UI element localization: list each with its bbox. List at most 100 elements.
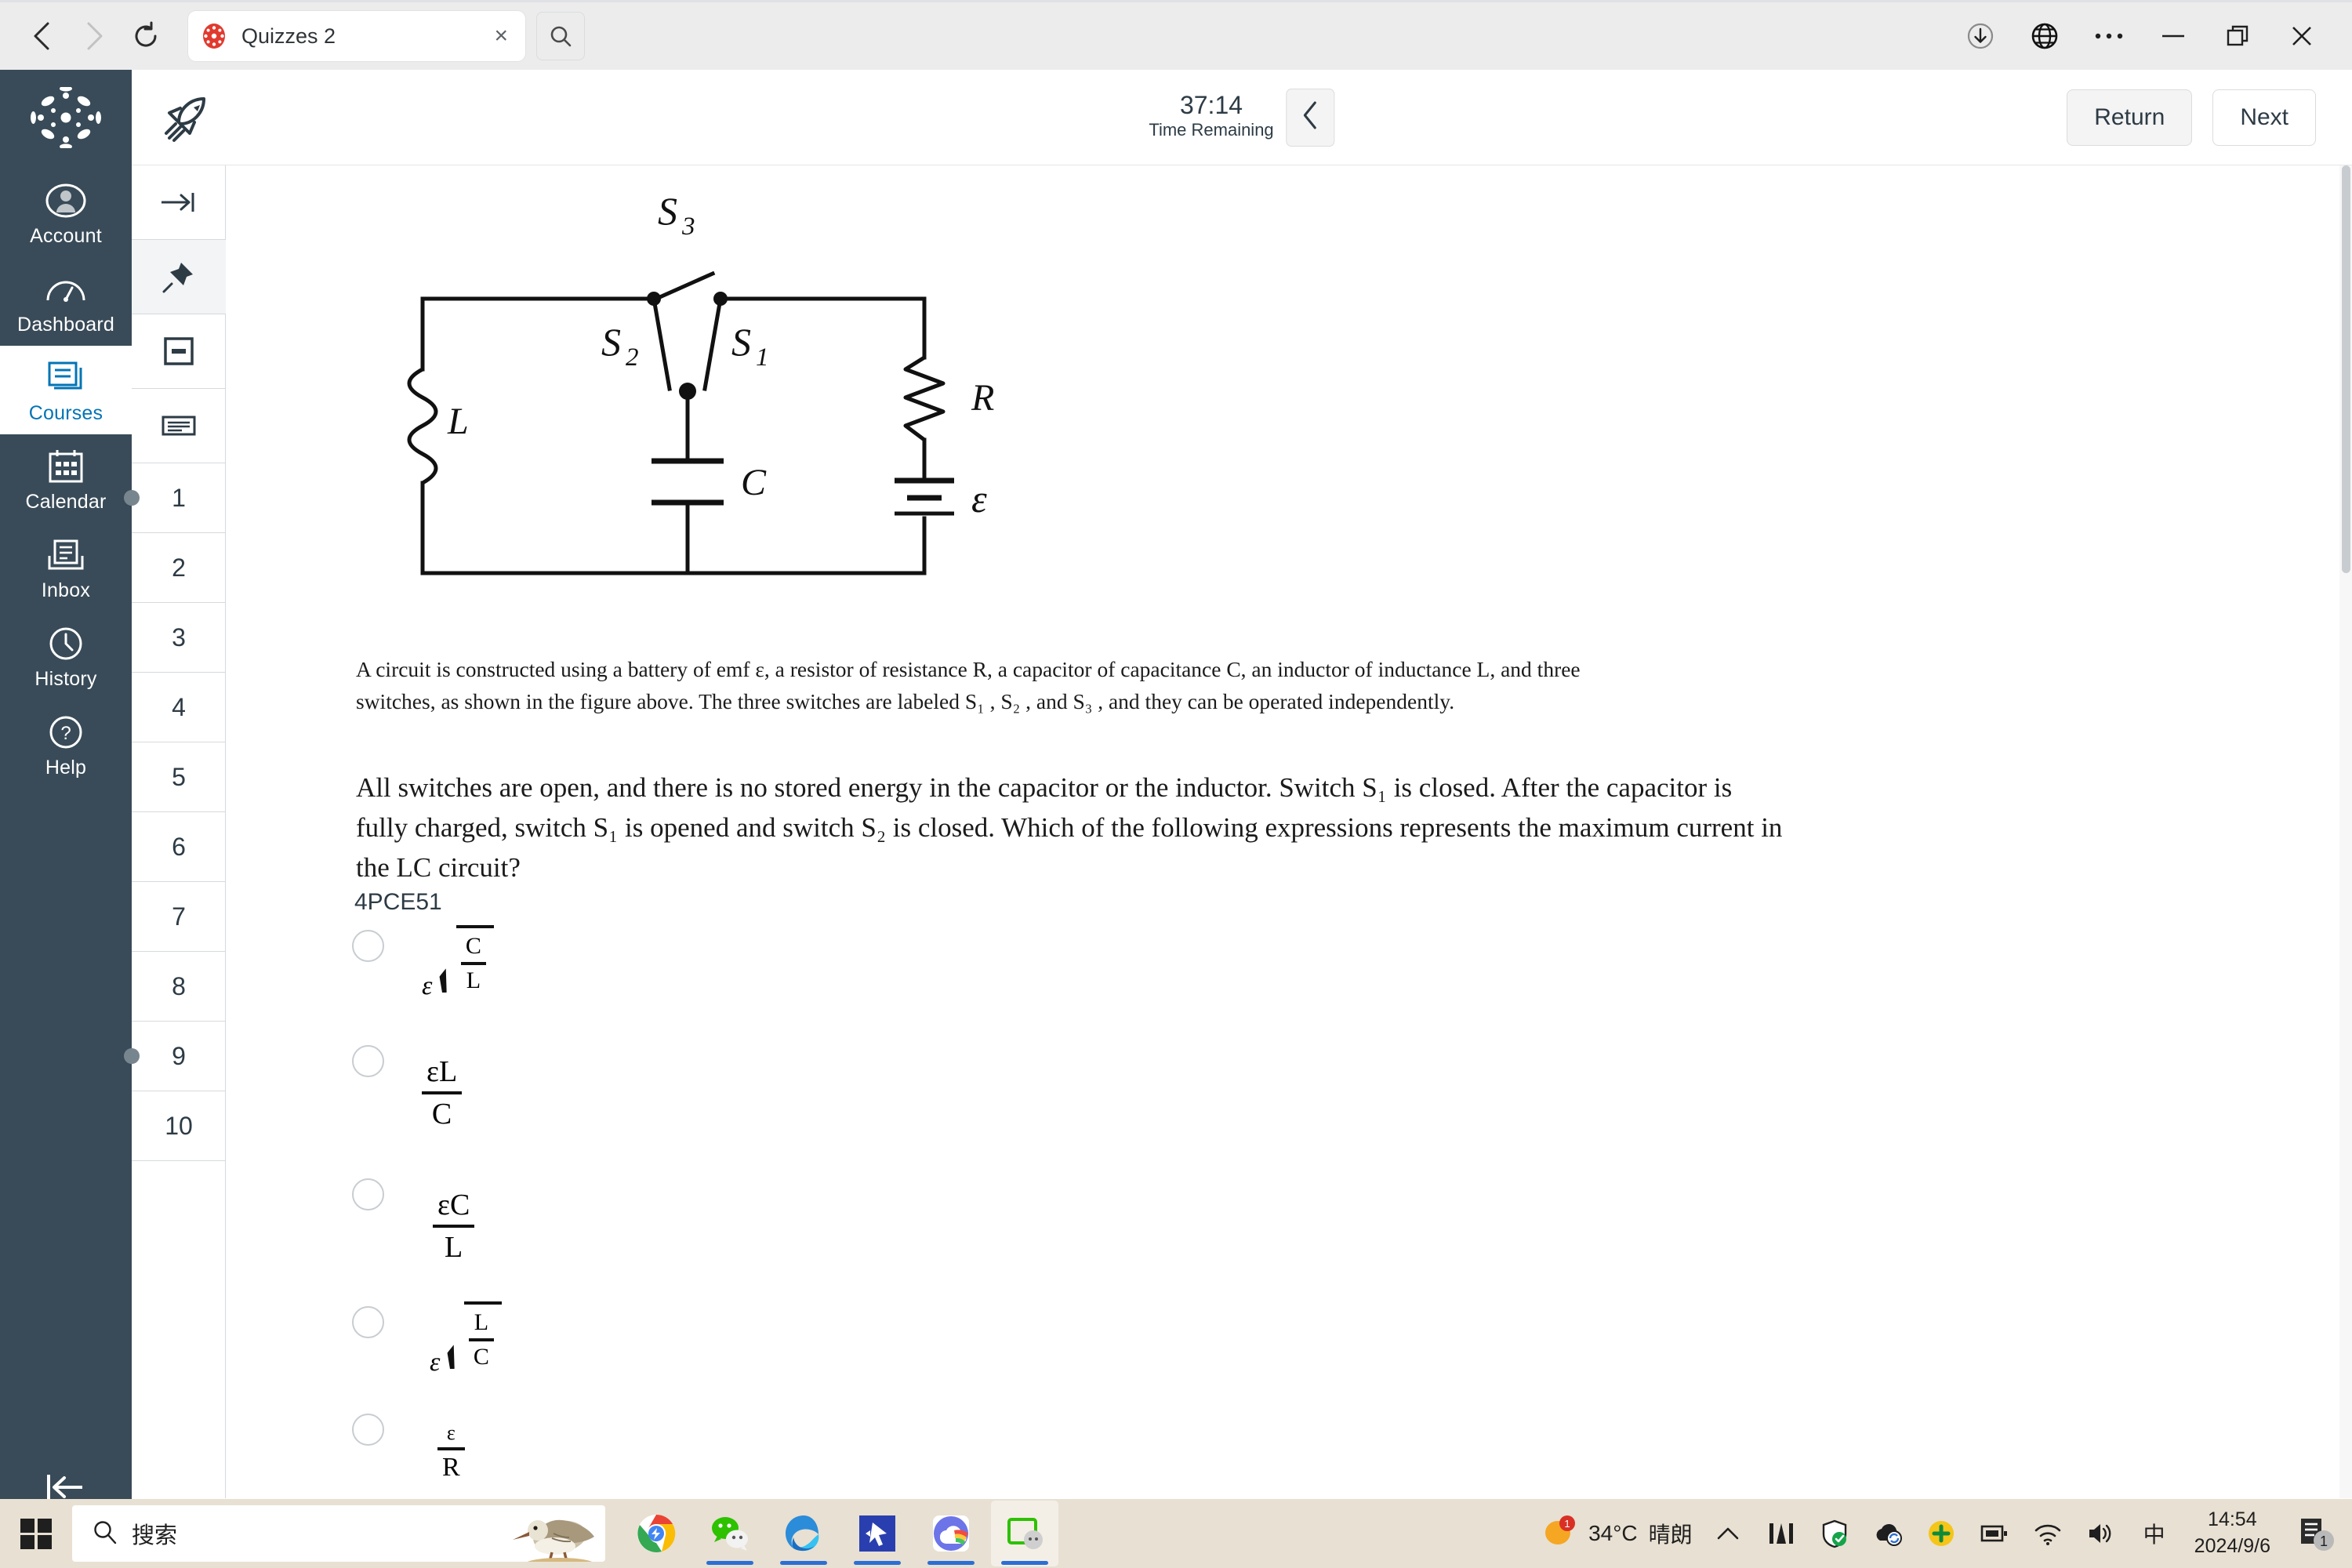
question-nav-item-8[interactable]: 8: [132, 952, 226, 1022]
choice-a-numerator: C: [465, 933, 481, 959]
minimize-icon[interactable]: [2153, 16, 2194, 56]
radio-button-c[interactable]: [352, 1178, 384, 1210]
translate-globe-icon[interactable]: [2024, 16, 2065, 56]
scrollbar-thumb[interactable]: [2342, 165, 2350, 573]
plus-circle-icon[interactable]: [1923, 1515, 1959, 1552]
browser-tab[interactable]: Quizzes 2 ×: [188, 11, 525, 61]
cloud-sync-icon[interactable]: [1870, 1515, 1906, 1552]
answer-choice-b[interactable]: εL C: [352, 1045, 463, 1131]
download-icon[interactable]: [1960, 16, 2001, 56]
ime-chinese-icon[interactable]: 中: [2136, 1515, 2172, 1552]
sidebar-item-history[interactable]: History: [0, 612, 132, 700]
timer-label: Time Remaining: [1149, 120, 1274, 140]
question-nav-item-7[interactable]: 7: [132, 882, 226, 952]
question-nav-item-2[interactable]: 2: [132, 533, 226, 603]
app-running-indicator: [927, 1561, 975, 1565]
question-number: 6: [172, 832, 186, 861]
search-icon: [93, 1519, 118, 1548]
browser-window-controls: [1960, 16, 2352, 56]
notifications-icon[interactable]: 1: [2292, 1510, 2339, 1557]
wifi-icon[interactable]: [2030, 1515, 2066, 1552]
radio-button-b[interactable]: [352, 1045, 384, 1077]
wechat-devtools-icon[interactable]: [991, 1501, 1058, 1566]
choice-b-numerator: εL: [426, 1055, 458, 1088]
sidebar-item-calendar[interactable]: Calendar: [0, 434, 132, 523]
audio-mixer-icon[interactable]: [1763, 1515, 1799, 1552]
close-icon[interactable]: [2281, 16, 2322, 56]
sidebar-item-dashboard[interactable]: Dashboard: [0, 257, 132, 346]
calendar-icon: [45, 445, 87, 488]
return-button[interactable]: Return: [2067, 89, 2193, 146]
sidebar-item-help[interactable]: ? Help: [0, 700, 132, 789]
choice-d-expression: ε L C: [430, 1301, 502, 1377]
sidebar-item-inbox[interactable]: Inbox: [0, 523, 132, 612]
question-nav-item-9[interactable]: 9: [124, 1022, 226, 1091]
weather-cloud-icon[interactable]: [917, 1501, 985, 1566]
rocket-icon[interactable]: [132, 93, 241, 143]
sidebar-item-label: Account: [30, 225, 102, 247]
radio-button-d[interactable]: [352, 1306, 384, 1338]
question-number: 5: [172, 762, 186, 791]
question-nav-spacer: [132, 1161, 226, 1231]
question-nav-item-6[interactable]: 6: [132, 812, 226, 882]
note-card-icon[interactable]: [132, 314, 226, 389]
sidebar-item-courses[interactable]: Courses: [0, 346, 132, 434]
sidebar-item-account[interactable]: Account: [0, 169, 132, 257]
svg-text:3: 3: [681, 212, 695, 241]
question-nav-item-5[interactable]: 5: [132, 742, 226, 812]
back-arrow-icon[interactable]: [20, 14, 64, 58]
question-number: 2: [172, 553, 186, 582]
tab-search-button[interactable]: [536, 12, 585, 60]
chevron-left-icon: [1301, 100, 1320, 134]
forward-arrow-icon[interactable]: [72, 14, 116, 58]
question-nav-item-4[interactable]: 4: [132, 673, 226, 742]
answer-choice-c[interactable]: εC L: [352, 1178, 475, 1265]
security-shield-icon[interactable]: [1817, 1515, 1853, 1552]
clock-icon: [45, 622, 87, 665]
sidebar-item-label: Help: [45, 757, 87, 779]
content-scrollbar[interactable]: [2339, 165, 2352, 1498]
answer-choice-e[interactable]: ε R: [352, 1414, 465, 1483]
taskbar-search-placeholder: 搜索: [132, 1523, 178, 1548]
taskbar-clock[interactable]: 14:54 2024/9/6: [2194, 1507, 2270, 1560]
cursor-app-icon[interactable]: [844, 1501, 911, 1566]
svg-text:S: S: [731, 320, 751, 364]
answer-choice-a[interactable]: ε C L: [352, 925, 494, 1001]
windows-start-icon[interactable]: [0, 1516, 72, 1551]
timer-toggle-button[interactable]: [1286, 88, 1335, 147]
radio-button-e[interactable]: [352, 1414, 384, 1446]
quiz-timer: 37:14 Time Remaining: [1149, 88, 1335, 147]
app-running-indicator: [706, 1561, 753, 1565]
wechat-icon[interactable]: [696, 1501, 764, 1566]
pin-icon[interactable]: [132, 240, 226, 314]
radio-button-a[interactable]: [352, 930, 384, 962]
square-root-icon: C L: [439, 925, 494, 994]
volume-icon[interactable]: [2083, 1515, 2119, 1552]
next-button[interactable]: Next: [2212, 89, 2316, 146]
choice-b-denominator: C: [431, 1098, 452, 1131]
canvas-logo-icon[interactable]: [31, 85, 101, 150]
reload-icon[interactable]: [124, 14, 168, 58]
sidebar-item-label: Dashboard: [16, 314, 115, 336]
taskbar-search-input[interactable]: 搜索: [72, 1505, 605, 1562]
text-lines-icon[interactable]: [132, 389, 226, 463]
timer-value: 37:14: [1179, 91, 1243, 120]
microsoft-edge-icon[interactable]: [770, 1501, 837, 1566]
question-nav-item-10[interactable]: 10: [132, 1091, 226, 1161]
question-nav-item-3[interactable]: 3: [132, 603, 226, 673]
choice-b-expression: εL C: [422, 1054, 463, 1131]
google-chrome-icon[interactable]: [622, 1501, 690, 1566]
jump-to-end-icon[interactable]: [132, 165, 226, 240]
tab-close-icon[interactable]: ×: [489, 23, 513, 49]
more-options-icon[interactable]: [2089, 16, 2129, 56]
svg-text:C: C: [741, 462, 767, 503]
question-nav-item-1[interactable]: 1: [124, 463, 226, 533]
weather-temperature: 34°C: [1588, 1521, 1638, 1545]
quiz-header-actions: Return Next: [2067, 89, 2352, 146]
restore-icon[interactable]: [2217, 16, 2258, 56]
battery-icon[interactable]: [1976, 1515, 2013, 1552]
weather-widget[interactable]: 1 34°C 晴朗: [1541, 1514, 1693, 1554]
choice-e-numerator: ε: [446, 1421, 456, 1444]
chevron-up-icon[interactable]: [1710, 1515, 1746, 1552]
answer-choice-d[interactable]: ε L C: [352, 1301, 502, 1377]
